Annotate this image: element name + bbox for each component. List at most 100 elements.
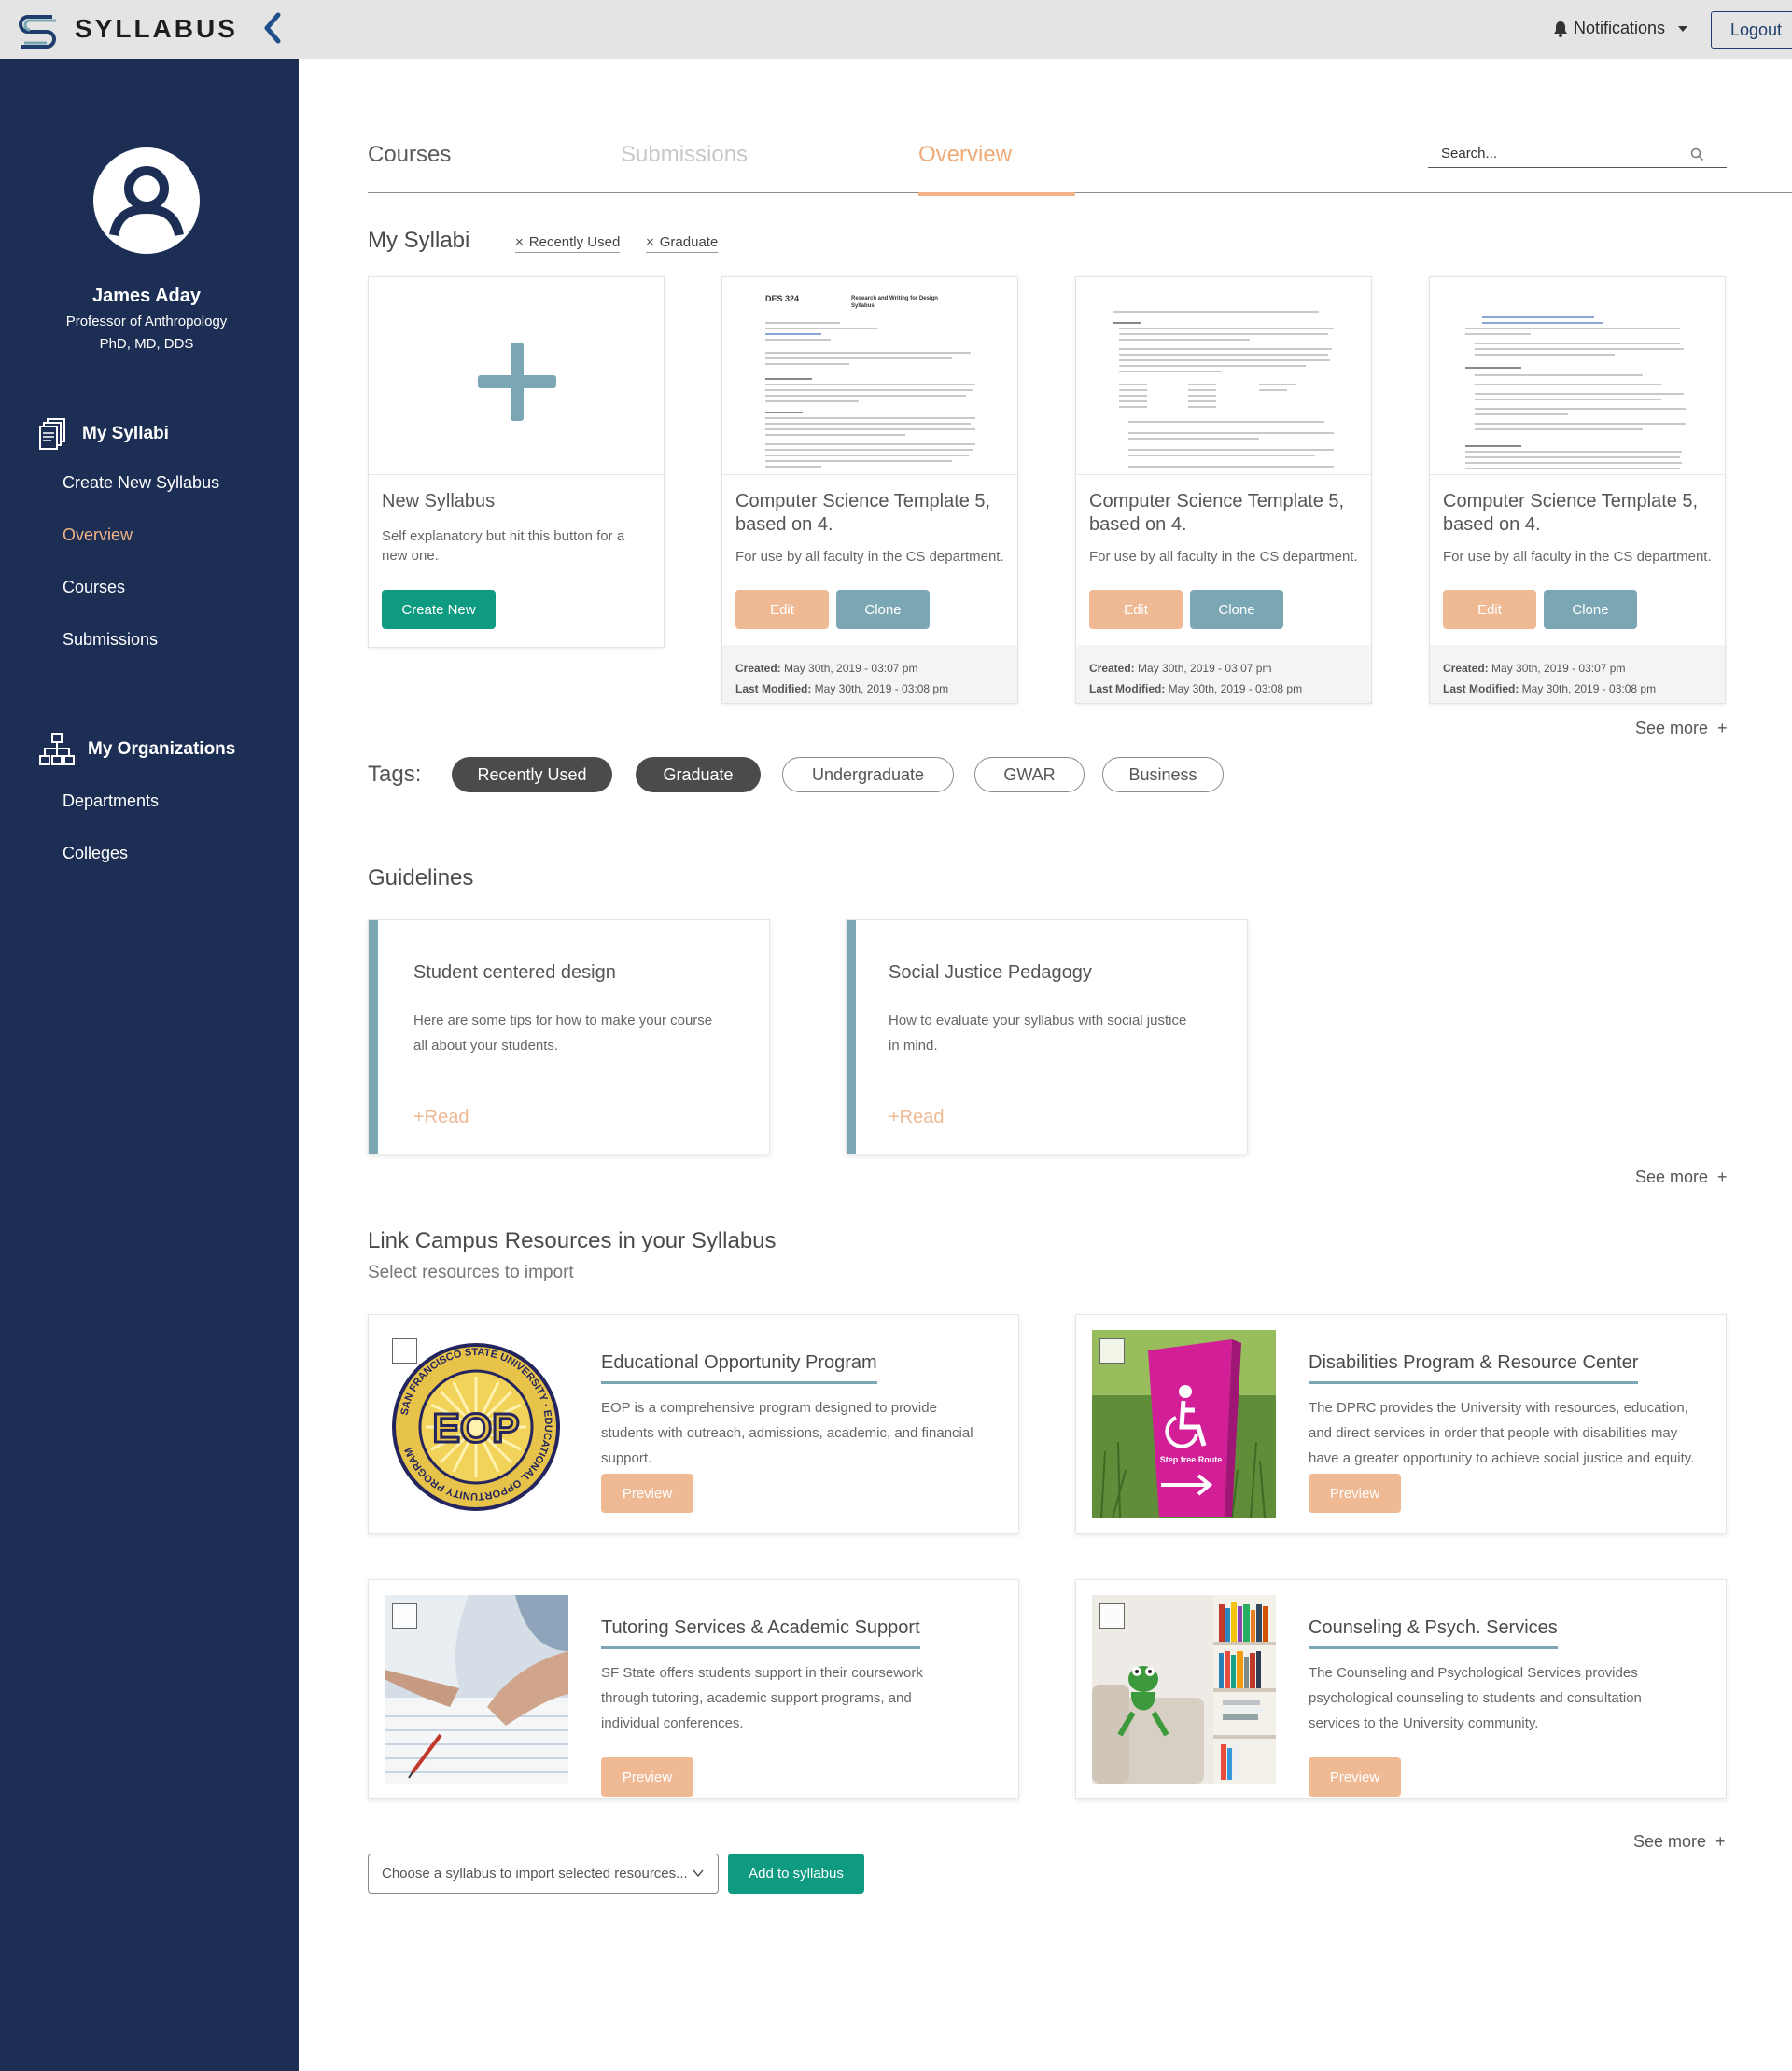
created-label: Created: — [1089, 662, 1135, 675]
created-date: May 30th, 2019 - 03:07 pm — [784, 662, 918, 675]
tag-graduate[interactable]: Graduate — [636, 757, 761, 792]
user-degrees: PhD, MD, DDS — [99, 336, 194, 352]
modified-date: May 30th, 2019 - 03:08 pm — [1168, 682, 1303, 695]
sidebar-item-colleges[interactable]: Colleges — [63, 844, 128, 863]
syllabus-select-dropdown[interactable]: Choose a syllabus to import selected res… — [368, 1854, 719, 1894]
resource-description: The Counseling and Psychological Service… — [1309, 1665, 1642, 1731]
clone-button[interactable]: Clone — [1190, 590, 1283, 629]
resource-card-tutoring: Tutoring Services & Academic Support SF … — [368, 1579, 1019, 1799]
user-name: James Aday — [92, 286, 201, 306]
tab-overview[interactable]: Overview — [918, 142, 1012, 168]
syllabus-logo-icon[interactable] — [15, 11, 60, 49]
see-more-label: See more — [1635, 1168, 1709, 1186]
read-more-link[interactable]: +Read — [413, 1107, 469, 1128]
tab-courses[interactable]: Courses — [368, 142, 451, 168]
syllabus-card-meta: Created: May 30th, 2019 - 03:07 pm Last … — [722, 645, 1017, 703]
read-more-link[interactable]: +Read — [889, 1107, 945, 1128]
syllabus-card: DES 324 Research and Writing for Design … — [721, 276, 1018, 704]
brand-name: Syllabus — [75, 14, 238, 43]
select-resource-checkbox[interactable] — [392, 1603, 417, 1629]
tags-label: Tags: — [368, 762, 422, 787]
tag-recently-used[interactable]: Recently Used — [452, 757, 612, 792]
top-bar: Syllabus Notifications Logout — [0, 0, 1792, 59]
create-new-button[interactable]: Create New — [382, 590, 496, 629]
notifications-menu[interactable]: Notifications — [1553, 19, 1688, 38]
resource-description: EOP is a comprehensive program designed … — [601, 1400, 973, 1466]
filter-graduate[interactable]: × Graduate — [646, 234, 719, 253]
sidebar-item-create-new-syllabus[interactable]: Create New Syllabus — [63, 473, 219, 493]
edit-button[interactable]: Edit — [1089, 590, 1183, 629]
select-resource-checkbox[interactable] — [1099, 1603, 1125, 1629]
syllabus-card-title: Computer Science Template 5, based on 4. — [1443, 491, 1699, 535]
collapse-sidebar-icon[interactable] — [259, 11, 286, 45]
sidebar-item-submissions[interactable]: Submissions — [63, 630, 158, 650]
guideline-card: Student centered design Here are some ti… — [368, 919, 770, 1154]
resource-card-counseling: Counseling & Psych. Services The Counsel… — [1075, 1579, 1727, 1799]
tab-submissions[interactable]: Submissions — [621, 142, 748, 168]
my-organizations-section[interactable]: My Organizations — [39, 733, 235, 766]
resource-title: Tutoring Services & Academic Support — [601, 1617, 920, 1649]
tag-gwar[interactable]: GWAR — [974, 757, 1085, 792]
resources-heading: Link Campus Resources in your Syllabus — [368, 1228, 777, 1253]
resource-card-eop: EOP SAN FRANCISCO STATE UNIVERSITY · EDU… — [368, 1314, 1019, 1534]
remove-filter-icon[interactable]: × — [646, 234, 654, 250]
edit-button[interactable]: Edit — [735, 590, 829, 629]
filter-recently-used[interactable]: × Recently Used — [515, 234, 621, 253]
see-more-resources-link[interactable]: See more + — [1633, 1832, 1726, 1852]
preview-button[interactable]: Preview — [1309, 1474, 1401, 1513]
modified-label: Last Modified: — [735, 682, 812, 695]
tag-business[interactable]: Business — [1102, 757, 1224, 792]
guideline-title: Social Justice Pedagogy — [889, 962, 1092, 983]
user-icon — [109, 166, 184, 237]
avatar[interactable] — [93, 147, 200, 254]
add-to-syllabus-button[interactable]: Add to syllabus — [728, 1854, 864, 1894]
my-organizations-label: My Organizations — [88, 739, 236, 759]
see-more-guidelines-link[interactable]: See more + — [1635, 1168, 1728, 1187]
eop-seal-text: EOP — [433, 1406, 520, 1451]
syllabus-thumbnail[interactable]: DES 324 Research and Writing for Design … — [722, 277, 1017, 475]
resources-subheading: Select resources to import — [368, 1263, 574, 1282]
card-accent-bar — [847, 920, 856, 1154]
see-more-syllabi-link[interactable]: See more + — [1635, 719, 1728, 738]
tag-undergraduate[interactable]: Undergraduate — [782, 757, 954, 792]
created-label: Created: — [1443, 662, 1489, 675]
select-placeholder: Choose a syllabus to import selected res… — [382, 1866, 688, 1882]
syllabus-card-description: For use by all faculty in the CS departm… — [735, 549, 1004, 565]
resource-title: Educational Opportunity Program — [601, 1352, 877, 1384]
search-icon[interactable] — [1690, 147, 1704, 161]
search-input[interactable] — [1428, 142, 1689, 161]
modified-date: May 30th, 2019 - 03:08 pm — [814, 682, 949, 695]
see-more-label: See more — [1633, 1832, 1707, 1851]
syllabus-thumbnail[interactable] — [1430, 277, 1725, 475]
preview-button[interactable]: Preview — [1309, 1757, 1401, 1797]
syllabus-card-title: Computer Science Template 5, based on 4. — [735, 491, 991, 535]
caret-down-icon — [1678, 25, 1688, 32]
logout-button[interactable]: Logout — [1711, 11, 1792, 49]
new-syllabus-description: Self explanatory but hit this button for… — [382, 528, 625, 564]
sidebar-item-overview[interactable]: Overview — [63, 525, 133, 545]
step-free-route-text: Step free Route — [1160, 1455, 1223, 1464]
my-syllabi-heading: My Syllabi — [368, 228, 470, 253]
edit-button[interactable]: Edit — [1443, 590, 1536, 629]
clone-button[interactable]: Clone — [836, 590, 930, 629]
org-chart-icon — [39, 733, 75, 765]
syllabus-card-meta: Created: May 30th, 2019 - 03:07 pm Last … — [1430, 645, 1725, 703]
filter-label: Graduate — [659, 234, 719, 250]
sidebar-item-departments[interactable]: Departments — [63, 791, 159, 811]
new-syllabus-thumb[interactable] — [369, 277, 664, 475]
syllabus-thumbnail[interactable] — [1076, 277, 1371, 475]
select-resource-checkbox[interactable] — [392, 1338, 417, 1364]
remove-filter-icon[interactable]: × — [515, 234, 524, 250]
resource-description: The DPRC provides the University with re… — [1309, 1400, 1695, 1466]
clone-button[interactable]: Clone — [1544, 590, 1637, 629]
select-resource-checkbox[interactable] — [1099, 1338, 1125, 1364]
sidebar-item-courses[interactable]: Courses — [63, 578, 125, 597]
preview-button[interactable]: Preview — [601, 1474, 693, 1513]
modified-label: Last Modified: — [1443, 682, 1519, 695]
created-date: May 30th, 2019 - 03:07 pm — [1491, 662, 1626, 675]
preview-button[interactable]: Preview — [601, 1757, 693, 1797]
my-syllabi-section[interactable]: My Syllabi — [39, 417, 169, 451]
resource-card-dprc: Step free Route Disabilities Program & R… — [1075, 1314, 1727, 1534]
doc-title: DES 324 — [765, 294, 800, 303]
see-more-label: See more — [1635, 719, 1709, 737]
